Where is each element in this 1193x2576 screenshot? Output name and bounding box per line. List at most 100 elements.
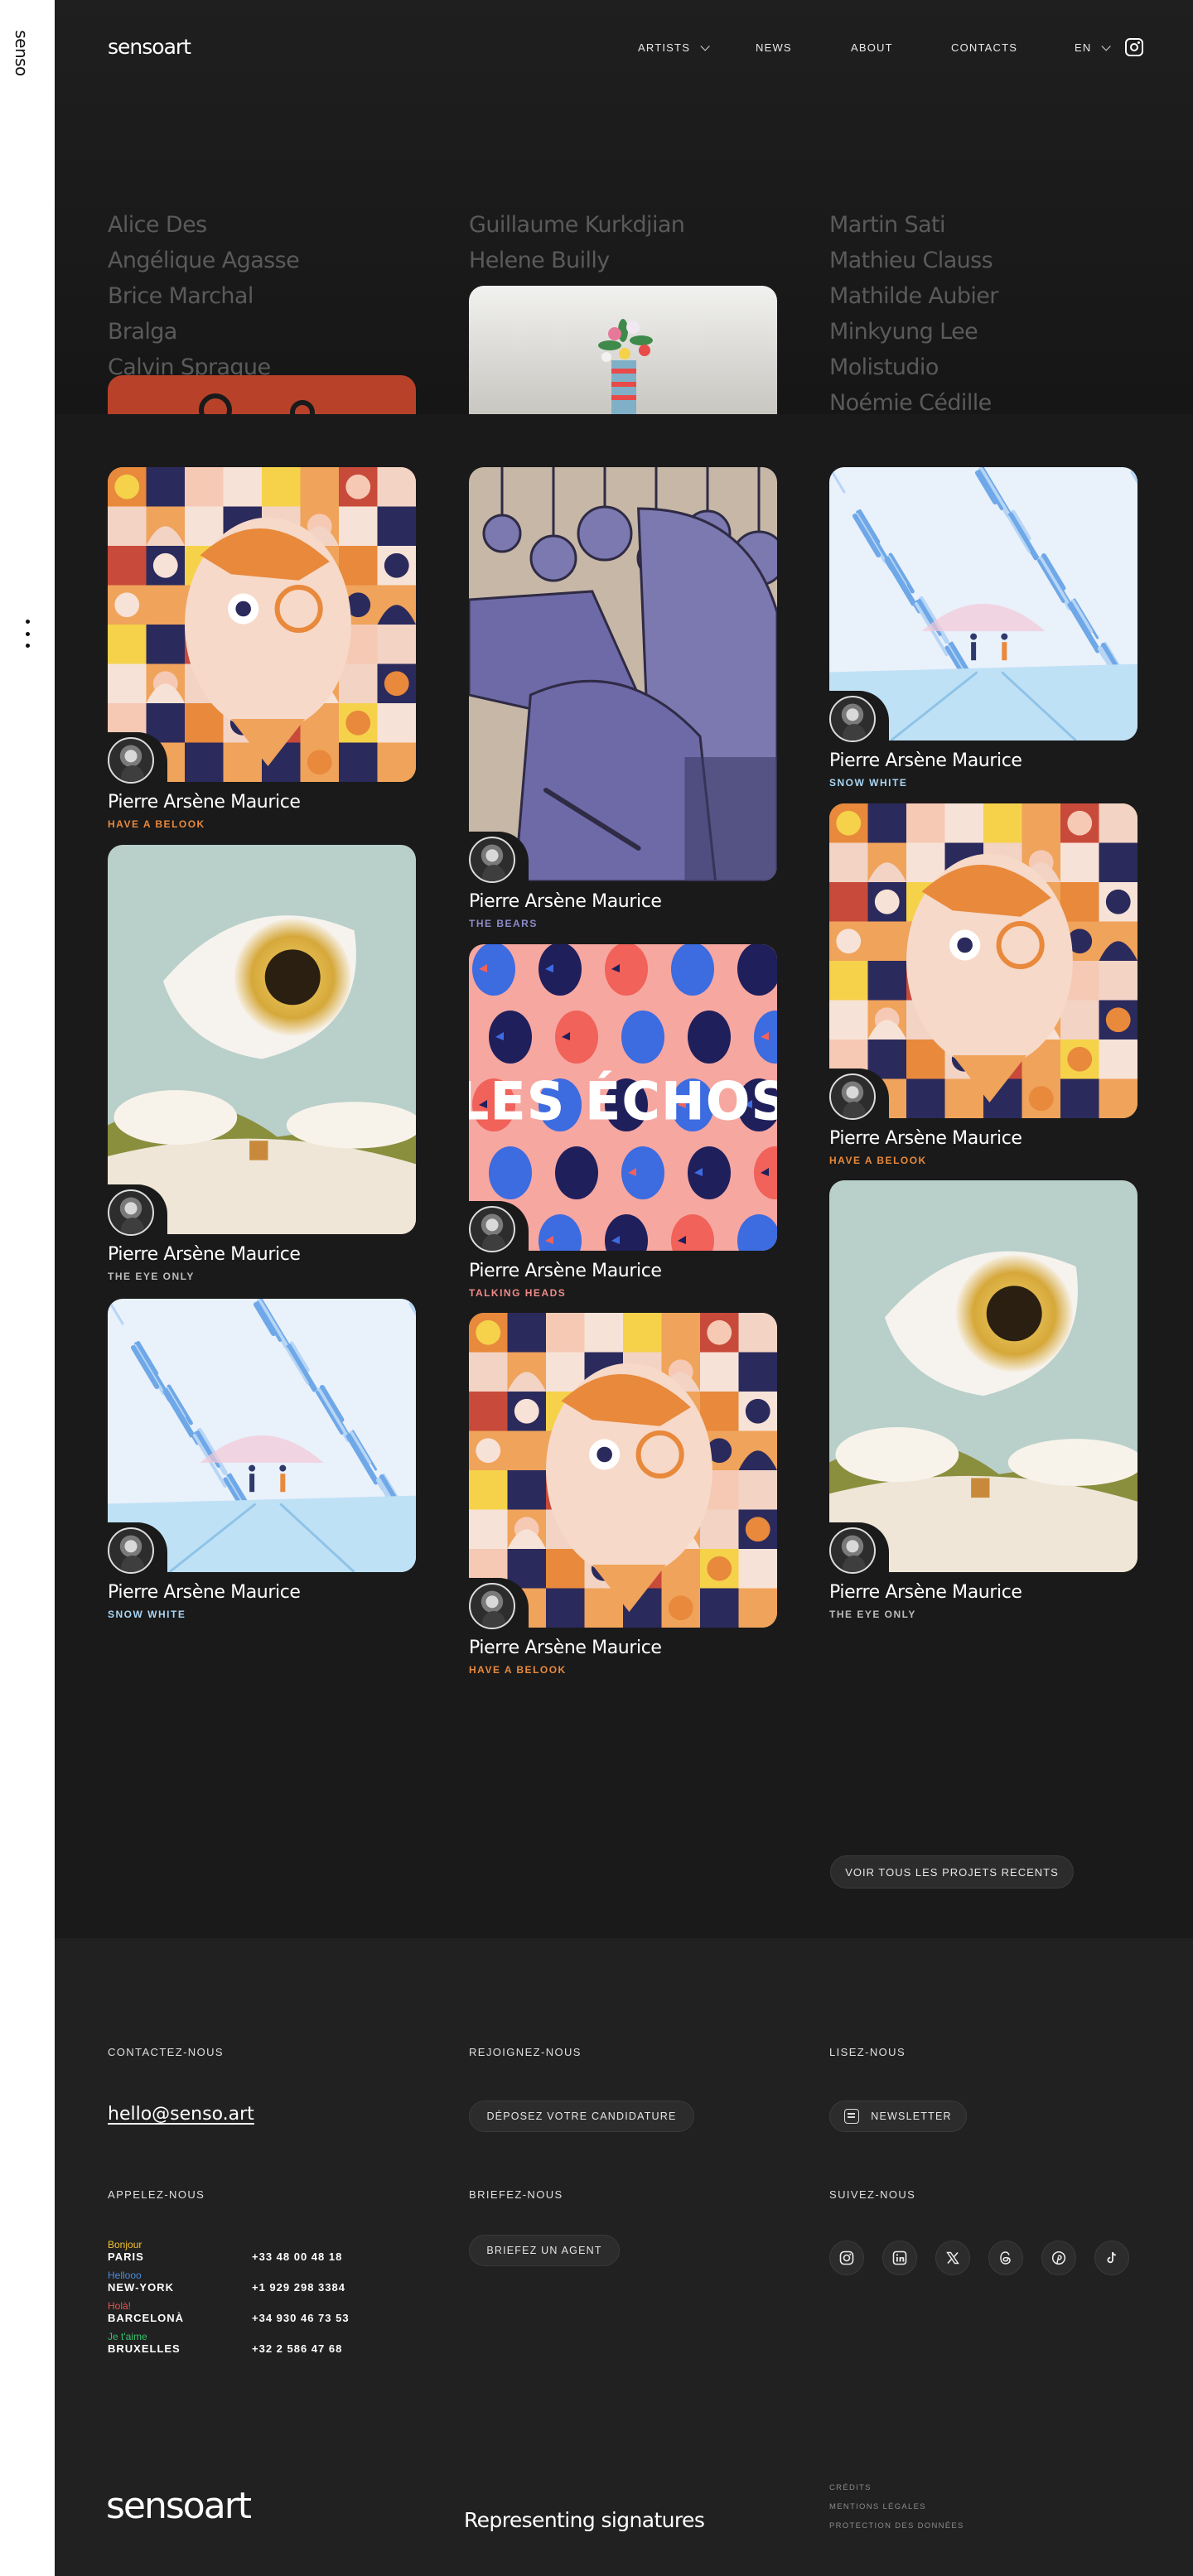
instagram-icon[interactable] [1125, 38, 1143, 56]
artist-avatar[interactable] [108, 1527, 154, 1574]
brand-logo[interactable]: sensoart [108, 35, 191, 59]
legal-notices-link[interactable]: MENTIONS LÉGALES [829, 2502, 926, 2511]
card-project-name[interactable]: HAVE A BELOOK [829, 1155, 927, 1166]
artist-link[interactable]: Helene Builly [469, 243, 684, 278]
card-project-name[interactable]: THE EYE ONLY [829, 1609, 916, 1620]
project-image[interactable]: LES ÉCHOS [469, 944, 777, 1251]
x-icon[interactable] [935, 2241, 970, 2275]
main-nav: ARTISTS NEWS ABOUT CONTACTS EN [638, 41, 1112, 54]
nav-news[interactable]: NEWS [756, 41, 851, 54]
artist-avatar[interactable] [108, 737, 154, 784]
artist-link[interactable]: Brice Marchal [108, 278, 299, 314]
project-image[interactable] [469, 1313, 777, 1628]
chevron-down-icon [700, 41, 710, 51]
menu-dots-icon[interactable] [21, 620, 34, 648]
project-card[interactable]: Pierre Arsène Maurice THE EYE ONLY [829, 1180, 1137, 1638]
artist-link[interactable]: Guillaume Kurkdjian [469, 207, 685, 243]
card-artist-name[interactable]: Pierre Arsène Maurice [829, 1128, 1022, 1149]
card-artist-name[interactable]: Pierre Arsène Maurice [108, 792, 301, 813]
email-link[interactable]: hello@senso.art [108, 2104, 254, 2125]
pinterest-icon[interactable] [1041, 2241, 1076, 2275]
artist-avatar[interactable] [829, 696, 876, 742]
social-links [829, 2241, 1129, 2275]
newsletter-label: NEWSLETTER [871, 2110, 952, 2122]
artist-link[interactable]: Bralga [108, 314, 299, 350]
project-card[interactable]: Pierre Arsène Maurice SNOW WHITE [829, 467, 1137, 807]
card-project-name[interactable]: SNOW WHITE [108, 1609, 186, 1620]
project-card[interactable]: Pierre Arsène Maurice THE BEARS [469, 467, 777, 948]
artist-link[interactable]: Mathieu Clauss [829, 243, 998, 278]
apply-button[interactable]: DÉPOSEZ VOTRE CANDIDATURE [469, 2101, 694, 2132]
artist-link[interactable]: Molistudio [829, 350, 998, 385]
contact-title: CONTACTEZ-NOUS [108, 2046, 224, 2058]
artist-link[interactable]: Mathilde Aubier [829, 278, 998, 314]
card-artist-name[interactable]: Pierre Arsène Maurice [469, 1261, 662, 1281]
project-image[interactable] [108, 467, 416, 782]
project-card[interactable]: Pierre Arsène Maurice HAVE A BELOOK [829, 803, 1137, 1184]
site-footer: CONTACTEZ-NOUS hello@senso.art REJOIGNEZ… [55, 1938, 1193, 2576]
card-artist-name[interactable]: Pierre Arsène Maurice [469, 891, 662, 912]
nav-artists[interactable]: ARTISTS [638, 41, 756, 54]
instagram-icon[interactable] [829, 2241, 864, 2275]
artists-column-1: Alice Des Angélique Agasse Brice Marchal… [108, 207, 300, 385]
phone-number[interactable]: +34 930 46 73 53 [252, 2312, 350, 2324]
card-artist-name[interactable]: Pierre Arsène Maurice [469, 1638, 662, 1658]
language-select[interactable]: EN [1075, 41, 1112, 54]
project-image[interactable] [108, 845, 416, 1234]
call-title: APPELEZ-NOUS [108, 2188, 205, 2201]
newsletter-icon [844, 2109, 860, 2124]
artist-preview-image [469, 286, 777, 414]
threads-icon[interactable] [988, 2241, 1023, 2275]
city-name: BARCELONÀ [108, 2312, 185, 2324]
card-artist-name[interactable]: Pierre Arsène Maurice [829, 1582, 1022, 1603]
nav-contacts[interactable]: CONTACTS [951, 41, 1075, 54]
artist-link[interactable]: Angélique Agasse [108, 243, 300, 278]
greeting-text: Hellooo [108, 2270, 142, 2281]
project-card[interactable]: Pierre Arsène Maurice HAVE A BELOOK [108, 467, 416, 848]
project-card[interactable]: Pierre Arsène Maurice SNOW WHITE [108, 1299, 416, 1638]
artist-avatar[interactable] [469, 1583, 515, 1629]
artist-avatar[interactable] [469, 1206, 515, 1252]
artist-link[interactable]: Martin Sati [829, 207, 998, 243]
project-image[interactable] [469, 467, 777, 881]
card-artist-name[interactable]: Pierre Arsène Maurice [108, 1582, 301, 1603]
phone-number[interactable]: +32 2 586 47 68 [252, 2342, 342, 2355]
credits-link[interactable]: CRÉDITS [829, 2483, 872, 2492]
data-protection-link[interactable]: PROTECTION DES DONNÉES [829, 2521, 964, 2530]
card-project-name[interactable]: THE BEARS [469, 918, 538, 929]
card-artist-name[interactable]: Pierre Arsène Maurice [108, 1244, 301, 1265]
artist-avatar[interactable] [469, 837, 515, 883]
artist-link[interactable]: Noémie Cédille [829, 385, 998, 414]
phone-number[interactable]: +1 929 298 3384 [252, 2281, 345, 2294]
artist-link[interactable]: Minkyung Lee [829, 314, 998, 350]
artist-preview-image [108, 375, 416, 414]
project-card[interactable]: LES ÉCHOS Pierre Arsène Maurice TALKING HE… [469, 944, 777, 1317]
card-artist-name[interactable]: Pierre Arsène Maurice [829, 750, 1022, 771]
project-card[interactable]: Pierre Arsène Maurice THE EYE ONLY [108, 845, 416, 1300]
card-project-name[interactable]: HAVE A BELOOK [108, 818, 205, 830]
card-project-name[interactable]: THE EYE ONLY [108, 1271, 195, 1282]
artist-avatar[interactable] [829, 1527, 876, 1574]
project-image[interactable] [829, 803, 1137, 1118]
tiktok-icon[interactable] [1094, 2241, 1129, 2275]
city-name: NEW-YORK [108, 2281, 174, 2294]
see-all-projects-button[interactable]: VOIR TOUS LES PROJETS RECENTS [830, 1855, 1074, 1889]
nav-about[interactable]: ABOUT [851, 41, 951, 54]
brief-agent-button[interactable]: BRIEFEZ UN AGENT [469, 2235, 620, 2266]
footer-brand-logo[interactable]: sensoart [106, 2485, 252, 2527]
phone-row: Hellooo NEW-YORK +1 929 298 3384 [108, 2270, 439, 2299]
artist-avatar[interactable] [108, 1189, 154, 1236]
phone-number[interactable]: +33 48 00 48 18 [252, 2250, 342, 2263]
follow-title: SUIVEZ-NOUS [829, 2188, 916, 2201]
artist-link[interactable]: Alice Des [108, 207, 299, 243]
newsletter-button[interactable]: NEWSLETTER [829, 2101, 967, 2132]
card-project-name[interactable]: TALKING HEADS [469, 1287, 566, 1299]
side-logo[interactable]: senso [12, 25, 38, 83]
artist-avatar[interactable] [829, 1073, 876, 1120]
artists-dropdown-panel: sensoart ARTISTS NEWS ABOUT CONTACTS EN … [55, 0, 1193, 414]
project-card[interactable]: Pierre Arsène Maurice HAVE A BELOOK [469, 1313, 777, 1694]
card-project-name[interactable]: SNOW WHITE [829, 777, 907, 789]
linkedin-icon[interactable] [882, 2241, 917, 2275]
project-image[interactable] [829, 1180, 1137, 1572]
card-project-name[interactable]: HAVE A BELOOK [469, 1664, 567, 1676]
